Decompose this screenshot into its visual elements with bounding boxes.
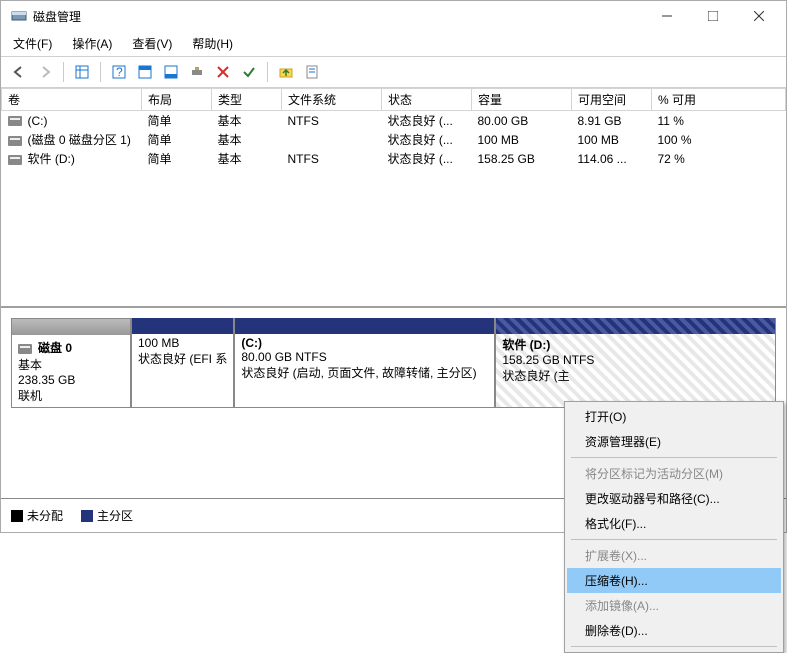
view-list-icon[interactable] <box>70 61 94 83</box>
menu-shrink-volume[interactable]: 压缩卷(H)... <box>567 568 781 593</box>
view-bottom-icon[interactable] <box>159 61 183 83</box>
col-volume[interactable]: 卷 <box>2 89 142 111</box>
partition-efi[interactable]: 100 MB 状态良好 (EFI 系 <box>131 318 234 408</box>
col-layout[interactable]: 布局 <box>142 89 212 111</box>
delete-icon[interactable] <box>211 61 235 83</box>
disk-label: 磁盘 0 <box>38 341 72 355</box>
menu-explorer[interactable]: 资源管理器(E) <box>567 429 781 454</box>
titlebar: 磁盘管理 <box>1 1 786 31</box>
disk-size: 238.35 GB <box>18 373 124 387</box>
menu-action[interactable]: 操作(A) <box>68 33 116 54</box>
table-row[interactable]: 软件 (D:) 简单基本NTFS状态良好 (...158.25 GB114.06… <box>2 149 786 168</box>
legend-primary: 主分区 <box>97 507 133 524</box>
menu-file[interactable]: 文件(F) <box>9 33 56 54</box>
check-icon[interactable] <box>237 61 261 83</box>
legend-swatch-unallocated <box>11 510 23 522</box>
col-status[interactable]: 状态 <box>382 89 472 111</box>
disk-type: 基本 <box>18 356 124 373</box>
properties-icon[interactable] <box>300 61 324 83</box>
disk-info[interactable]: 磁盘 0 基本 238.35 GB 联机 <box>11 318 131 408</box>
toolbar: ? <box>1 57 786 88</box>
volume-icon <box>8 136 22 146</box>
menu-extend-volume: 扩展卷(X)... <box>567 543 781 568</box>
volume-list[interactable]: 卷 布局 类型 文件系统 状态 容量 可用空间 % 可用 (C:) 简单基本NT… <box>1 88 786 308</box>
forward-button[interactable] <box>33 61 57 83</box>
menu-delete-volume[interactable]: 删除卷(D)... <box>567 618 781 643</box>
col-type[interactable]: 类型 <box>212 89 282 111</box>
menubar: 文件(F) 操作(A) 查看(V) 帮助(H) <box>1 31 786 57</box>
maximize-button[interactable] <box>690 1 736 31</box>
legend-swatch-primary <box>81 510 93 522</box>
view-top-icon[interactable] <box>133 61 157 83</box>
menu-add-mirror: 添加镜像(A)... <box>567 593 781 618</box>
close-button[interactable] <box>736 1 782 31</box>
partition-c[interactable]: (C:) 80.00 GB NTFS 状态良好 (启动, 页面文件, 故障转储,… <box>234 318 495 408</box>
menu-help[interactable]: 帮助(H) <box>188 33 237 54</box>
help-icon[interactable]: ? <box>107 61 131 83</box>
col-fs[interactable]: 文件系统 <box>282 89 382 111</box>
disk-status: 联机 <box>18 387 124 404</box>
context-menu: 打开(O) 资源管理器(E) 将分区标记为活动分区(M) 更改驱动器号和路径(C… <box>564 401 784 653</box>
menu-open[interactable]: 打开(O) <box>567 404 781 429</box>
volume-icon <box>8 155 22 165</box>
settings-icon[interactable] <box>185 61 209 83</box>
table-row[interactable]: (C:) 简单基本NTFS状态良好 (...80.00 GB8.91 GB11 … <box>2 111 786 131</box>
app-icon <box>11 8 27 24</box>
menu-view[interactable]: 查看(V) <box>128 33 176 54</box>
col-capacity[interactable]: 容量 <box>472 89 572 111</box>
table-row[interactable]: (磁盘 0 磁盘分区 1) 简单基本状态良好 (...100 MB100 MB1… <box>2 130 786 149</box>
menu-change-drive-letter[interactable]: 更改驱动器号和路径(C)... <box>567 486 781 511</box>
col-free[interactable]: 可用空间 <box>572 89 652 111</box>
back-button[interactable] <box>7 61 31 83</box>
minimize-button[interactable] <box>644 1 690 31</box>
menu-format[interactable]: 格式化(F)... <box>567 511 781 536</box>
disk-icon <box>18 344 32 354</box>
partition-d[interactable]: 软件 (D:) 158.25 GB NTFS 状态良好 (主 <box>495 318 776 408</box>
volume-icon <box>8 116 22 126</box>
menu-mark-active: 将分区标记为活动分区(M) <box>567 461 781 486</box>
legend-unallocated: 未分配 <box>27 507 63 524</box>
col-pct[interactable]: % 可用 <box>652 89 786 111</box>
folder-up-icon[interactable] <box>274 61 298 83</box>
svg-text:?: ? <box>116 65 123 79</box>
window-title: 磁盘管理 <box>33 8 81 25</box>
